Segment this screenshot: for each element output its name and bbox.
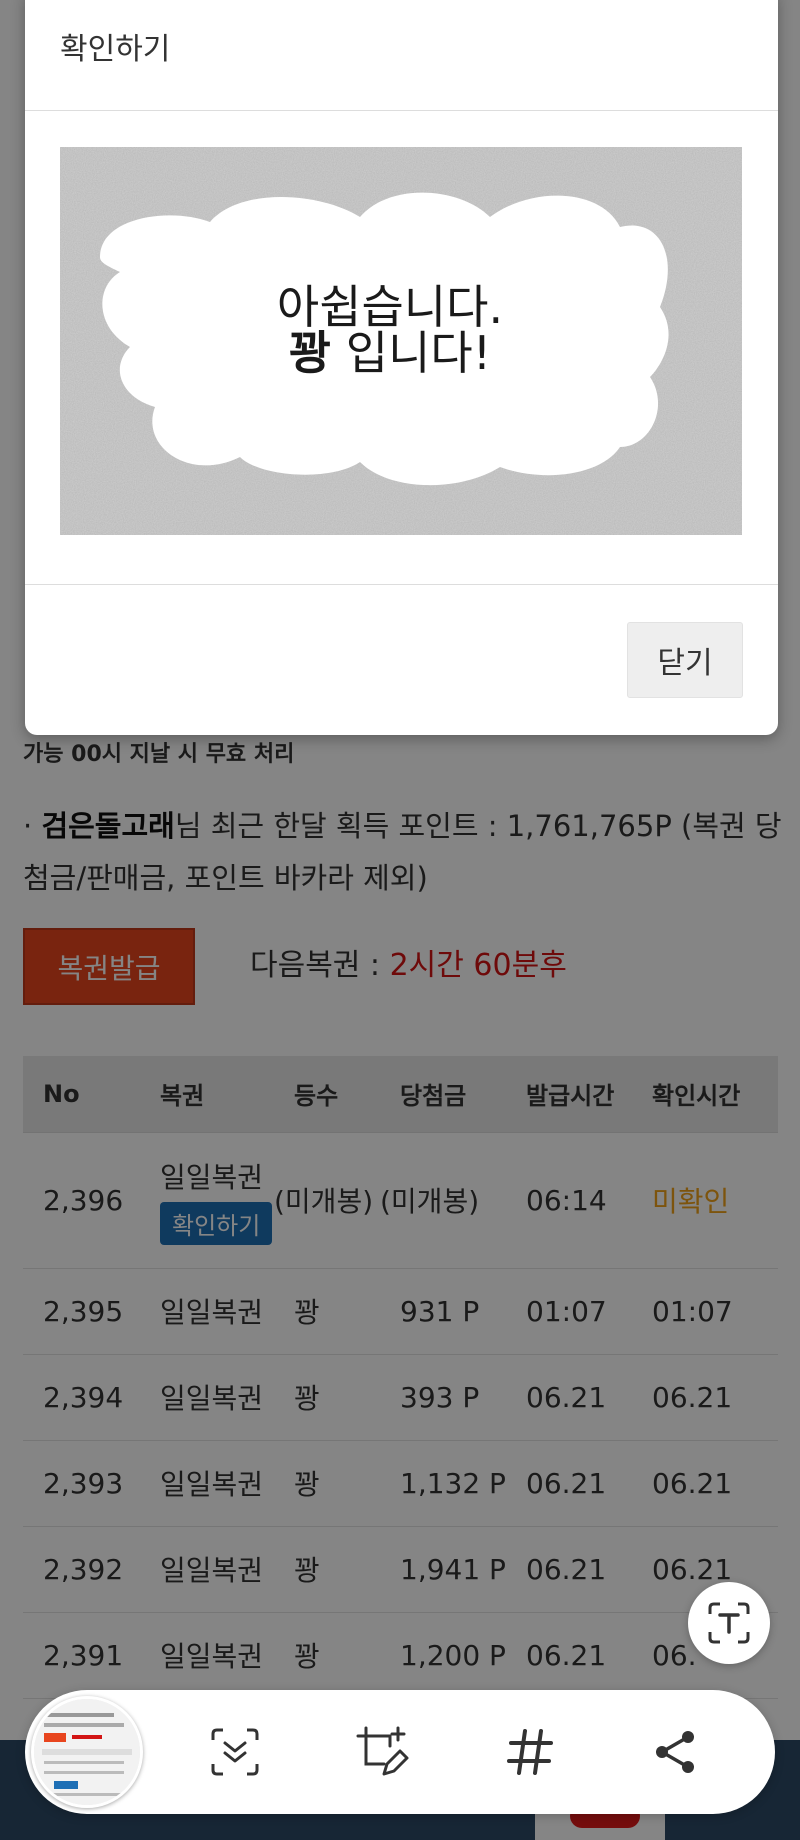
draw-crop-button[interactable]	[352, 1722, 412, 1782]
share-icon	[656, 1731, 694, 1773]
scroll-capture-icon	[211, 1728, 259, 1776]
scratch-result-bold: 꽝	[289, 326, 331, 380]
screenshot-toolbar	[25, 1690, 775, 1814]
extract-text-icon	[708, 1602, 750, 1644]
dialog-title: 확인하기	[60, 32, 171, 67]
scratch-result-rest: 입니다!	[331, 326, 491, 380]
close-button[interactable]: 닫기	[627, 622, 743, 698]
hashtag-button[interactable]	[500, 1722, 560, 1782]
confirm-dialog: 확인하기 아쉽습니다. 꽝 입니다! 닫기	[25, 0, 778, 735]
scratch-card[interactable]: 아쉽습니다. 꽝 입니다!	[60, 147, 742, 535]
hashtag-icon	[507, 1729, 553, 1775]
divider	[25, 110, 778, 111]
divider	[25, 584, 778, 585]
share-button[interactable]	[645, 1722, 705, 1782]
extract-text-button[interactable]	[688, 1582, 770, 1664]
scratch-text-line2: 꽝 입니다!	[289, 326, 491, 380]
thumbnail-preview	[34, 1699, 140, 1805]
scroll-capture-button[interactable]	[205, 1722, 265, 1782]
screenshot-thumbnail[interactable]	[31, 1696, 143, 1808]
draw-crop-icon	[356, 1726, 409, 1776]
scratch-card-graphic: 아쉽습니다. 꽝 입니다!	[60, 147, 742, 535]
